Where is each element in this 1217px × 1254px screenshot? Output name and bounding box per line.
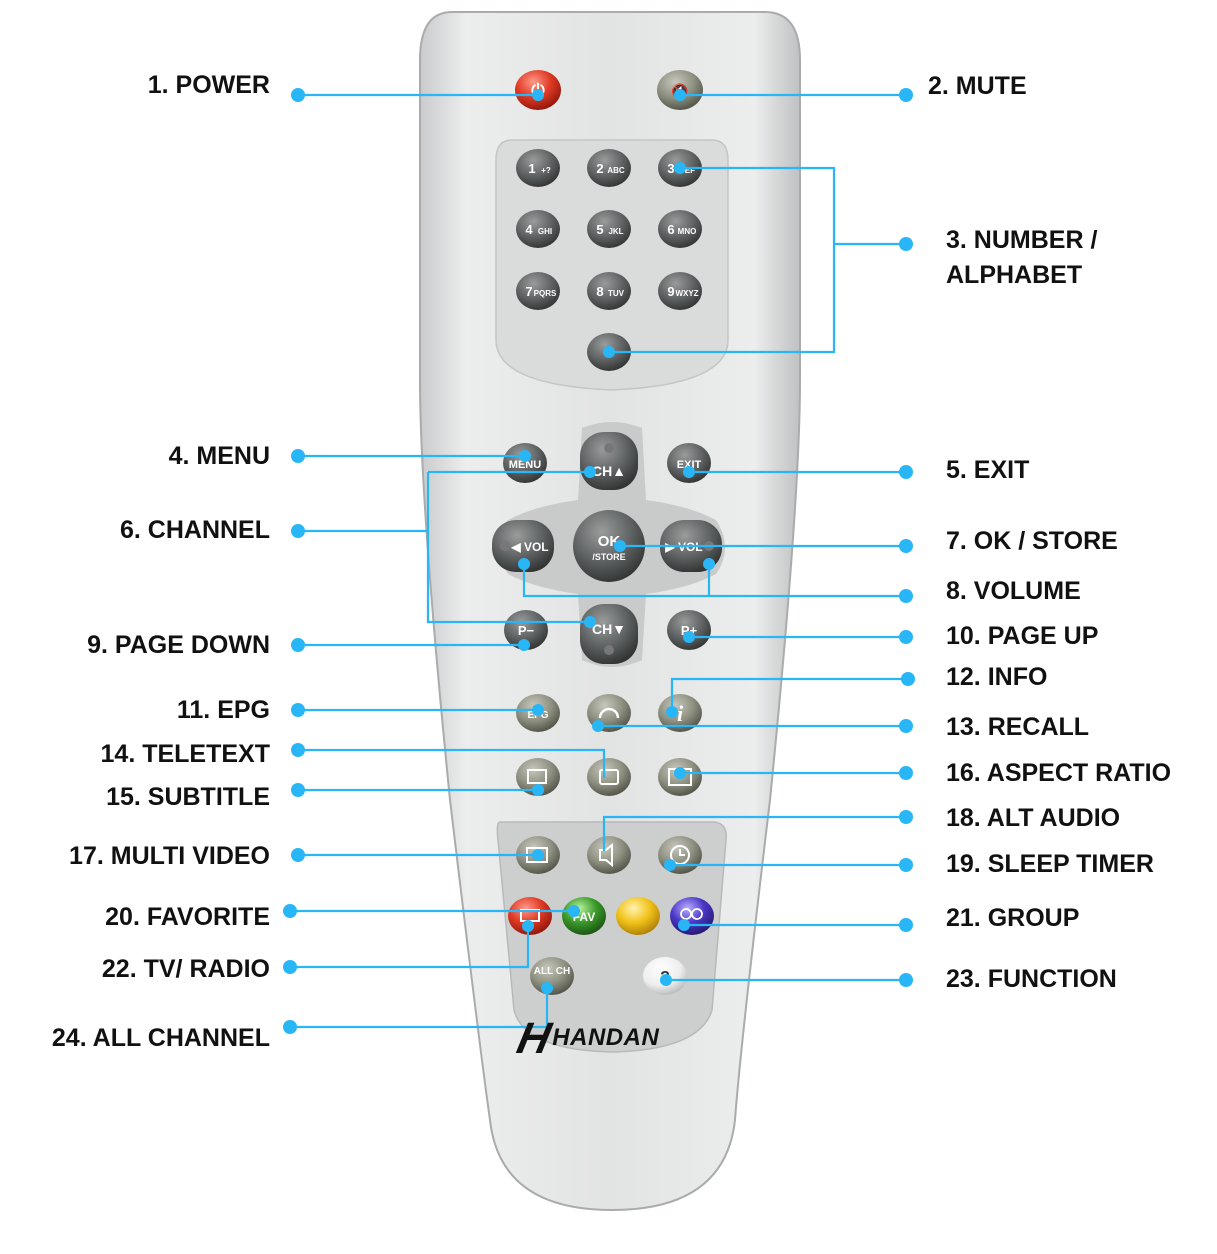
label-teletext: 14. TELETEXT xyxy=(100,740,270,768)
label-aspect-ratio: 16. ASPECT RATIO xyxy=(946,759,1172,787)
channel-up-button[interactable]: CH▲ xyxy=(580,432,638,490)
label-page-up: 10. PAGE UP xyxy=(946,622,1099,650)
svg-text:3: 3 xyxy=(667,161,674,176)
channel-down-button[interactable]: CH▼ xyxy=(580,604,638,664)
number-key-1[interactable]: 1 +? xyxy=(516,149,560,187)
yellow-button[interactable] xyxy=(616,897,660,935)
svg-text:PQRS: PQRS xyxy=(534,289,557,298)
label-ok-store: 7. OK / STORE xyxy=(946,527,1118,555)
label-multi-video: 17. MULTI VIDEO xyxy=(69,842,270,870)
alt-audio-button[interactable] xyxy=(587,836,631,874)
label-sleep-timer: 19. SLEEP TIMER xyxy=(946,850,1154,878)
label-power: 1. POWER xyxy=(147,71,270,99)
label-number-line1: 3. NUMBER / xyxy=(946,226,1098,254)
number-key-9[interactable]: 9 WXYZ xyxy=(658,272,702,310)
label-page-down: 9. PAGE DOWN xyxy=(87,631,270,659)
label-volume: 8. VOLUME xyxy=(946,577,1081,605)
number-key-6[interactable]: 6 MNO xyxy=(658,210,702,248)
label-subtitle: 15. SUBTITLE xyxy=(106,783,270,811)
label-alt-audio: 18. ALT AUDIO xyxy=(946,804,1121,832)
svg-text:CH▲: CH▲ xyxy=(592,463,626,479)
number-key-5[interactable]: 5 JKL xyxy=(587,210,631,248)
svg-text:2: 2 xyxy=(596,161,603,176)
brand-logo: HHANDAN xyxy=(513,1014,660,1064)
menu-button[interactable]: MENU xyxy=(503,443,547,483)
svg-text:ABC: ABC xyxy=(607,166,625,175)
svg-text:5: 5 xyxy=(596,222,603,237)
sleep-timer-button[interactable] xyxy=(658,836,702,874)
svg-text:4: 4 xyxy=(525,222,533,237)
svg-text:◀ VOL: ◀ VOL xyxy=(510,540,548,554)
svg-text:+?: +? xyxy=(541,166,551,175)
label-group: 21. GROUP xyxy=(946,904,1080,932)
label-info: 12. INFO xyxy=(946,663,1048,691)
page-up-button[interactable]: P+ xyxy=(667,610,711,650)
label-exit: 5. EXIT xyxy=(946,456,1030,484)
remote-diagram: ⏻ 🔇 1 +? 2 ABC 3 DEF 4 GHI 5 xyxy=(0,0,1217,1249)
svg-text:ALL CH: ALL CH xyxy=(534,966,570,977)
number-key-7[interactable]: 7 PQRS xyxy=(516,272,560,310)
label-epg: 11. EPG xyxy=(176,696,270,724)
number-key-8[interactable]: 8 TUV xyxy=(587,272,631,310)
svg-text:6: 6 xyxy=(667,222,674,237)
label-tv-radio: 22. TV/ RADIO xyxy=(101,955,270,983)
label-mute: 2. MUTE xyxy=(928,72,1027,100)
number-key-4[interactable]: 4 GHI xyxy=(516,210,560,248)
svg-text:P−: P− xyxy=(518,623,535,638)
label-function: 23. FUNCTION xyxy=(946,965,1117,993)
label-menu: 4. MENU xyxy=(168,442,270,470)
svg-text:/STORE: /STORE xyxy=(592,552,625,562)
svg-text:GHI: GHI xyxy=(538,227,552,236)
label-all-channel: 24. ALL CHANNEL xyxy=(51,1024,270,1052)
svg-text:7: 7 xyxy=(525,284,532,299)
favorite-button[interactable]: FAV xyxy=(562,897,606,935)
svg-text:MNO: MNO xyxy=(678,227,697,236)
group-button[interactable] xyxy=(670,897,714,935)
svg-text:9: 9 xyxy=(667,284,674,299)
svg-text:TUV: TUV xyxy=(608,289,625,298)
label-number-line2: ALPHABET xyxy=(946,261,1083,289)
svg-text:WXYZ: WXYZ xyxy=(675,289,698,298)
label-channel: 6. CHANNEL xyxy=(119,516,270,544)
brand-name: HANDAN xyxy=(552,1024,660,1051)
info-icon: i xyxy=(677,701,684,726)
svg-text:8: 8 xyxy=(596,284,603,299)
svg-text:1: 1 xyxy=(528,161,535,176)
label-favorite: 20. FAVORITE xyxy=(105,903,270,931)
label-recall: 13. RECALL xyxy=(946,713,1090,741)
brand-mark-icon: H xyxy=(512,1014,556,1063)
svg-text:JKL: JKL xyxy=(608,227,623,236)
teletext-button[interactable] xyxy=(587,758,631,796)
svg-text:CH▼: CH▼ xyxy=(592,621,626,637)
number-key-2[interactable]: 2 ABC xyxy=(587,149,631,187)
